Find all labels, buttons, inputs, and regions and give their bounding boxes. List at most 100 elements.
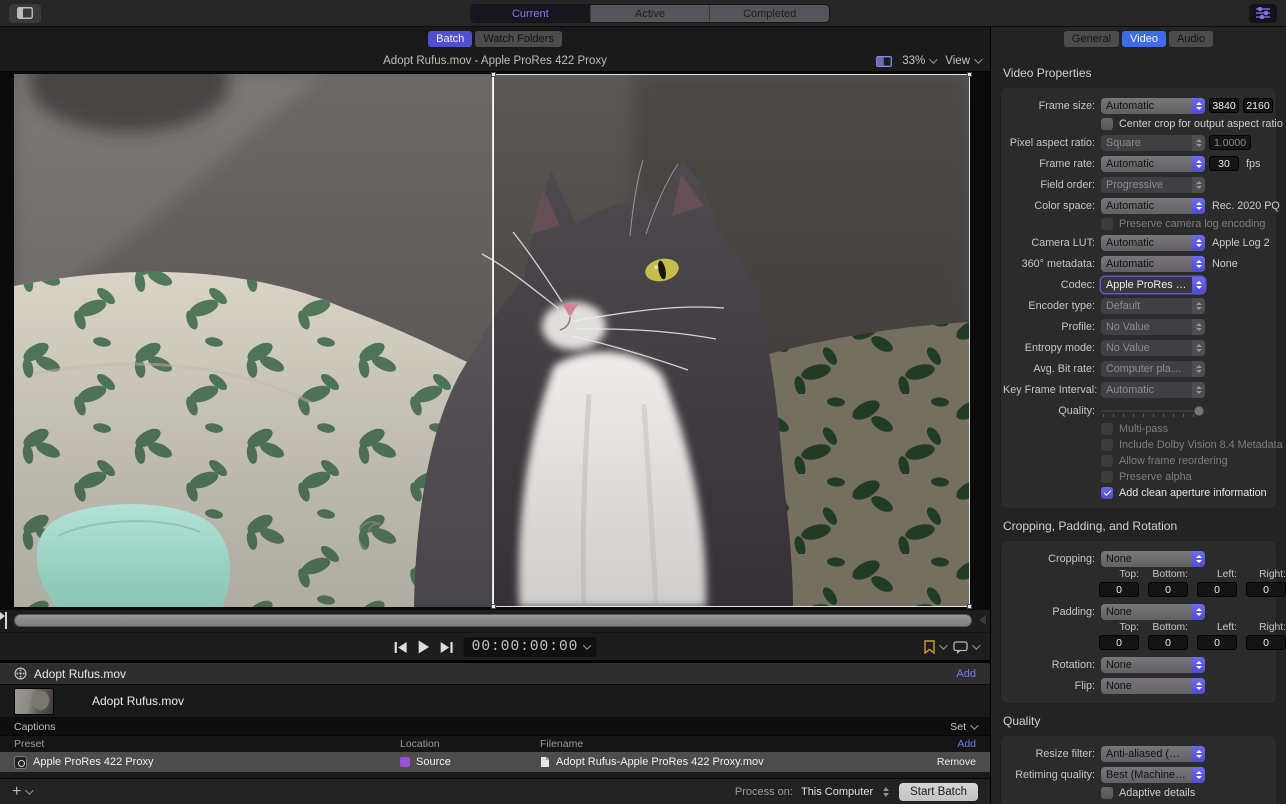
job-row[interactable]: Adopt Rufus.mov <box>0 685 990 718</box>
dropdown-value: Automatic <box>1101 100 1192 112</box>
crop-handle[interactable] <box>491 72 496 77</box>
captions-label: Captions <box>14 721 55 733</box>
dropdown-value: Automatic <box>1101 158 1192 170</box>
frame-rate-dropdown[interactable]: Automatic <box>1101 156 1205 172</box>
section-title-cropping-padding-and-rotation: Cropping, Padding, and Rotation <box>1003 519 1286 533</box>
bottom-field[interactable]: 0 <box>1148 635 1188 650</box>
tab-batch[interactable]: Batch <box>428 31 472 47</box>
segment-completed[interactable]: Completed <box>710 5 829 22</box>
left-field[interactable]: 0 <box>1197 582 1237 597</box>
frame-size-field[interactable]: 3840 <box>1209 98 1239 113</box>
property-label: Codec: <box>1003 279 1095 291</box>
quality-slider[interactable] <box>1101 403 1203 419</box>
key-frame-interval-dropdown[interactable]: Automatic <box>1101 382 1205 398</box>
start-batch-button[interactable]: Start Batch <box>899 783 978 801</box>
multi-pass-checkbox[interactable] <box>1101 423 1113 435</box>
codec-dropdown[interactable]: Apple ProRes 422 Pr... <box>1101 277 1205 293</box>
edge-label: Right: <box>1259 569 1286 580</box>
timecode-display[interactable]: 00:00:00:00 <box>464 637 597 657</box>
crop-handle[interactable] <box>967 72 972 77</box>
tab-audio[interactable]: Audio <box>1169 31 1213 47</box>
right-field[interactable]: 0 <box>1246 635 1286 650</box>
include-dolby-vision-8-4-metadata-checkbox[interactable] <box>1101 439 1113 451</box>
tab-video[interactable]: Video <box>1122 31 1166 47</box>
remove-output-button[interactable]: Remove <box>937 756 976 768</box>
bottom-field[interactable]: 0 <box>1148 582 1188 597</box>
360-metadata-dropdown[interactable]: Automatic <box>1101 256 1205 272</box>
allow-frame-reordering-checkbox[interactable] <box>1101 455 1113 467</box>
retiming-quality-dropdown[interactable]: Best (Machine Learni... <box>1101 767 1205 783</box>
slider-thumb[interactable] <box>1194 406 1204 416</box>
add-item-button[interactable]: + <box>12 785 31 799</box>
dropdown-value: Computer playback <box>1101 363 1192 375</box>
row-retiming-quality: Retiming quality: Best (Machine Learni... <box>1003 764 1272 785</box>
cropping-dropdown[interactable]: None <box>1101 551 1205 567</box>
stepper-icon <box>1192 604 1205 620</box>
batch-group-header[interactable]: Adopt Rufus.mov Add <box>0 663 990 685</box>
caption-menu-button[interactable] <box>953 641 978 654</box>
pixel-aspect-ratio-field[interactable]: 1.0000 <box>1209 135 1251 150</box>
preview-title-bar: Adopt Rufus.mov - Apple ProRes 422 Proxy… <box>0 50 990 72</box>
stepper-icon <box>1192 198 1205 214</box>
view-menu-button[interactable]: View <box>945 55 980 67</box>
flip-dropdown[interactable]: None <box>1101 678 1205 694</box>
preserve-alpha-checkbox[interactable] <box>1101 471 1113 483</box>
color-space-dropdown[interactable]: Automatic <box>1101 198 1205 214</box>
pixel-aspect-ratio-dropdown[interactable]: Square <box>1101 135 1205 151</box>
top-field[interactable]: 0 <box>1099 635 1139 650</box>
play-button[interactable] <box>418 640 430 654</box>
playhead-marker[interactable] <box>5 612 7 629</box>
profile-dropdown[interactable]: No Value <box>1101 319 1205 335</box>
property-label: Rotation: <box>1003 659 1095 671</box>
row-edge-values: Top:0Bottom:0Left:0Right:0 <box>1003 569 1272 601</box>
center-crop-for-output-aspect-ratio-checkbox[interactable] <box>1101 118 1113 130</box>
preserve-camera-log-encoding-checkbox[interactable] <box>1101 218 1113 230</box>
camera-lut-dropdown[interactable]: Automatic <box>1101 235 1205 251</box>
right-field[interactable]: 0 <box>1246 582 1286 597</box>
frame-size-dropdown[interactable]: Automatic <box>1101 98 1205 114</box>
frame-rate-field[interactable]: 30 <box>1209 156 1239 171</box>
field-order-dropdown[interactable]: Progressive <box>1101 177 1205 193</box>
top-field[interactable]: 0 <box>1099 582 1139 597</box>
entropy-mode-dropdown[interactable]: No Value <box>1101 340 1205 356</box>
add-output-link[interactable]: Add <box>957 738 976 750</box>
timeline-scrubber[interactable] <box>14 614 972 627</box>
frame-rate-suffix: fps <box>1246 158 1260 170</box>
go-to-end-button[interactable] <box>440 641 454 654</box>
marker-menu-button[interactable] <box>924 640 945 654</box>
crop-handle[interactable] <box>967 604 972 609</box>
inspector-toggle-button[interactable] <box>1249 4 1277 23</box>
tab-general[interactable]: General <box>1064 31 1119 47</box>
property-label: Flip: <box>1003 680 1095 692</box>
crop-handle[interactable] <box>491 604 496 609</box>
avg-bit-rate-dropdown[interactable]: Computer playback <box>1101 361 1205 377</box>
rotation-dropdown[interactable]: None <box>1101 657 1205 673</box>
left-field[interactable]: 0 <box>1197 635 1237 650</box>
row-cropping: Cropping:None <box>1003 548 1272 569</box>
encoder-type-dropdown[interactable]: Default <box>1101 298 1205 314</box>
adaptive-details-checkbox[interactable] <box>1101 787 1113 799</box>
split-view-button[interactable] <box>876 56 892 67</box>
property-label: Retiming quality: <box>1003 769 1095 781</box>
go-to-start-button[interactable] <box>394 641 408 654</box>
tab-watch-folders[interactable]: Watch Folders <box>475 31 562 47</box>
sidebar-toggle-button[interactable] <box>9 4 41 23</box>
add-job-link[interactable]: Add <box>956 668 976 680</box>
edge-field-group: Left:0 <box>1197 622 1237 650</box>
frame-size-field[interactable]: 2160 <box>1243 98 1273 113</box>
property-label: Camera LUT: <box>1003 237 1095 249</box>
padding-dropdown[interactable]: None <box>1101 604 1205 620</box>
resize-filter-dropdown[interactable]: Anti-aliased (Best) <box>1101 746 1205 762</box>
output-row[interactable]: Apple ProRes 422 Proxy Source Adopt Rufu… <box>0 752 990 772</box>
zoom-level-value: 33% <box>902 55 925 67</box>
zoom-level-control[interactable]: 33% <box>902 55 935 67</box>
dropdown-value: Automatic <box>1101 237 1192 249</box>
segment-active[interactable]: Active <box>591 5 711 22</box>
dropdown-value: None <box>1101 659 1192 671</box>
add-clean-aperture-information-checkbox[interactable] <box>1101 487 1113 499</box>
segment-current[interactable]: Current <box>471 5 591 22</box>
process-on-selector[interactable] <box>881 787 891 797</box>
dropdown-value: None <box>1101 553 1192 565</box>
captions-set-button[interactable]: Set <box>950 721 976 733</box>
preset-icon <box>14 756 27 769</box>
